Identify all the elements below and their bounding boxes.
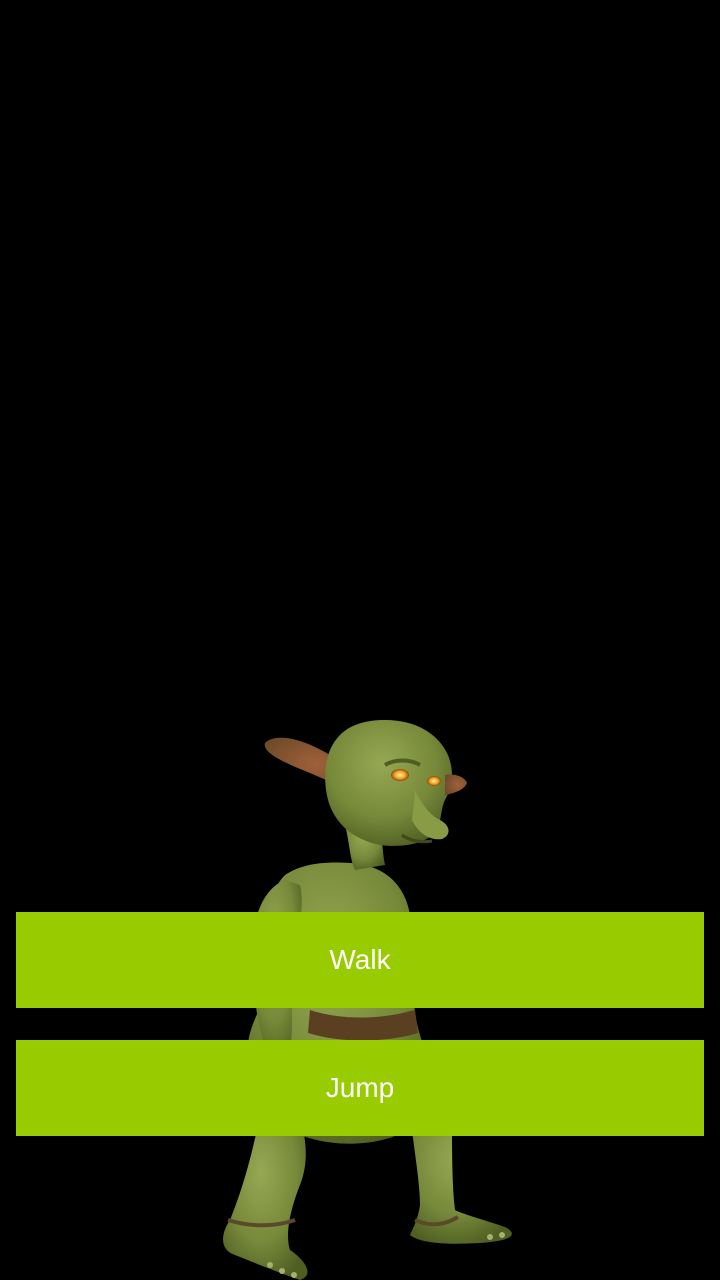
walk-button[interactable]: Walk xyxy=(16,912,704,1008)
jump-button[interactable]: Jump xyxy=(16,1040,704,1136)
scene-viewport: Walk Jump xyxy=(0,0,720,1280)
